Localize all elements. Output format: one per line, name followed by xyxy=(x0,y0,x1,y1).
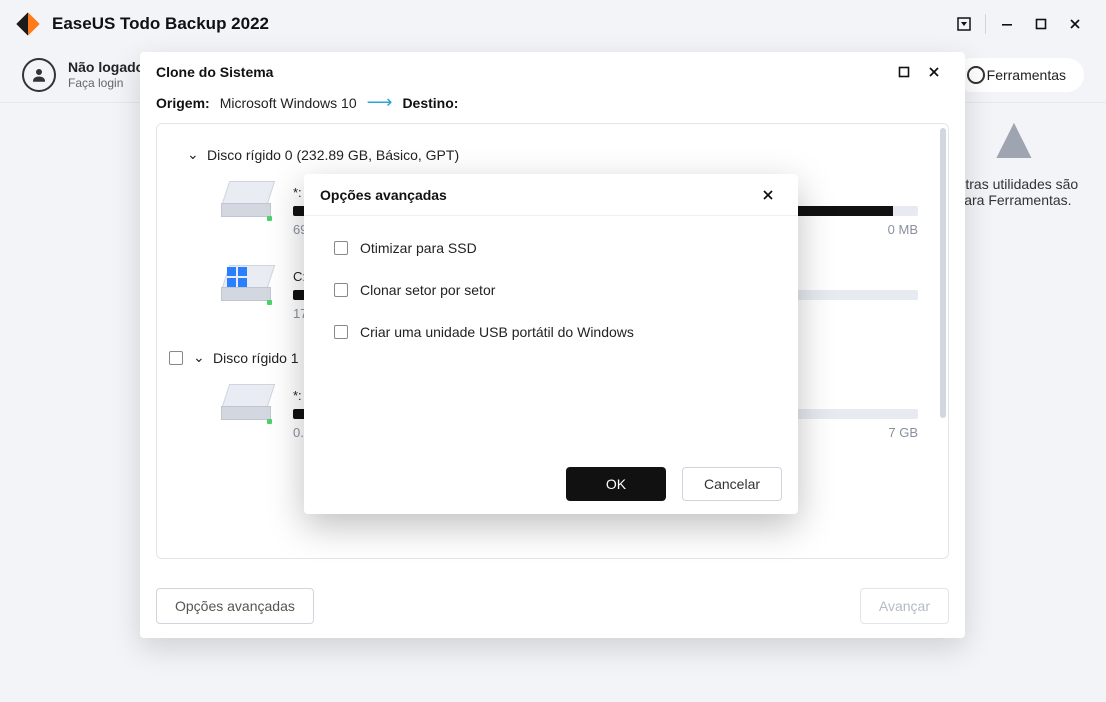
titlebar: EaseUS Todo Backup 2022 xyxy=(0,0,1106,48)
adv-title: Opções avançadas xyxy=(320,187,447,203)
tools-button[interactable]: Ferramentas xyxy=(955,58,1084,92)
scrollbar[interactable] xyxy=(940,128,946,418)
separator xyxy=(985,14,986,34)
disk0-header[interactable]: ⌄ Disco rígido 0 (232.89 GB, Básico, GPT… xyxy=(187,146,918,163)
chevron-down-icon: ⌄ xyxy=(193,349,203,366)
opt-sector[interactable]: Clonar setor por setor xyxy=(334,282,768,298)
size-right: 7 GB xyxy=(888,425,918,440)
source-value: Microsoft Windows 10 xyxy=(220,95,357,111)
adv-close-button[interactable] xyxy=(754,181,782,209)
dest-label: Destino: xyxy=(402,95,458,111)
up-arrow-icon: ▲ xyxy=(944,120,1084,156)
right-hint: ▲ outras utilidades são para Ferramentas… xyxy=(944,120,1084,208)
adv-header: Opções avançadas xyxy=(304,174,798,216)
clone-close-button[interactable] xyxy=(919,57,949,87)
drive-icon xyxy=(221,181,275,223)
opt-ssd[interactable]: Otimizar para SSD xyxy=(334,240,768,256)
checkbox-icon[interactable] xyxy=(334,241,348,255)
clone-title: Clone do Sistema xyxy=(156,64,273,80)
drive-icon xyxy=(221,384,275,426)
clone-maximize-button[interactable] xyxy=(889,57,919,87)
opt-usb-label: Criar uma unidade USB portátil do Window… xyxy=(360,324,634,340)
account-texts: Não logado Faça login xyxy=(68,59,144,90)
disk1-checkbox[interactable] xyxy=(169,351,183,365)
opt-ssd-label: Otimizar para SSD xyxy=(360,240,477,256)
source-label: Origem: xyxy=(156,95,210,111)
checkbox-icon[interactable] xyxy=(334,325,348,339)
size-right: 0 MB xyxy=(888,222,918,237)
opt-sector-label: Clonar setor por setor xyxy=(360,282,495,298)
clone-path-row: Origem: Microsoft Windows 10 ⟶ Destino: xyxy=(140,92,965,123)
avatar-icon[interactable] xyxy=(22,58,56,92)
close-button[interactable] xyxy=(1058,7,1092,41)
adv-body: Otimizar para SSD Clonar setor por setor… xyxy=(304,216,798,364)
windows-logo-icon xyxy=(227,267,249,289)
opt-usb[interactable]: Criar uma unidade USB portátil do Window… xyxy=(334,324,768,340)
disk1-title: Disco rígido 1 xyxy=(213,350,299,366)
right-hint-text: outras utilidades são para Ferramentas. xyxy=(944,176,1084,208)
ok-button[interactable]: OK xyxy=(566,467,666,501)
disk0-title: Disco rígido 0 (232.89 GB, Básico, GPT) xyxy=(207,147,459,163)
chevron-down-icon: ⌄ xyxy=(187,146,197,163)
advanced-options-modal: Opções avançadas Otimizar para SSD Clona… xyxy=(304,174,798,514)
adv-footer: OK Cancelar xyxy=(304,454,798,514)
account-status: Não logado xyxy=(68,59,144,76)
minimize-button[interactable] xyxy=(990,7,1024,41)
clone-footer: Opções avançadas Avançar xyxy=(140,574,965,638)
advanced-options-button[interactable]: Opções avançadas xyxy=(156,588,314,624)
drive-icon xyxy=(221,265,275,307)
tools-label: Ferramentas xyxy=(987,67,1066,83)
maximize-button[interactable] xyxy=(1024,7,1058,41)
account-login-link[interactable]: Faça login xyxy=(68,76,144,90)
checkbox-icon[interactable] xyxy=(334,283,348,297)
app-logo xyxy=(14,10,42,38)
cancel-button[interactable]: Cancelar xyxy=(682,467,782,501)
dropdown-icon[interactable] xyxy=(947,7,981,41)
next-button[interactable]: Avançar xyxy=(860,588,949,624)
clone-header: Clone do Sistema xyxy=(140,52,965,92)
arrow-right-icon: ⟶ xyxy=(367,92,393,113)
app-title: EaseUS Todo Backup 2022 xyxy=(52,14,269,34)
